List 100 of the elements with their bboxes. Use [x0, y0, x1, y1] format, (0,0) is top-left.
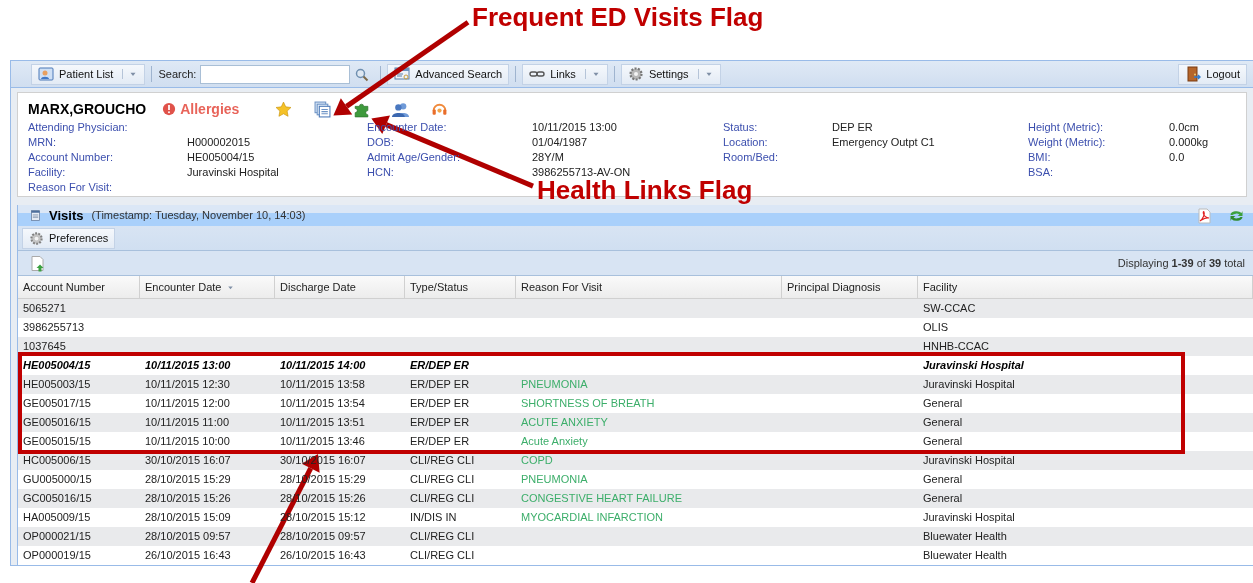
- table-cell: GE005017/15: [23, 397, 91, 410]
- table-cell: HE005004/15: [23, 359, 91, 372]
- pdf-icon: [1196, 207, 1212, 224]
- links-button[interactable]: Links: [522, 63, 608, 85]
- annotation-label: Health Links Flag: [537, 177, 753, 203]
- panel-title: Visits: [49, 206, 84, 225]
- table-cell: 28/10/2015 15:29: [145, 473, 231, 486]
- field-label: Admit Age/Gender:: [367, 151, 460, 163]
- table-cell: Acute Anxiety: [521, 435, 588, 448]
- field-label: BSA:: [1028, 166, 1054, 178]
- table-cell: ER/DEP ER: [410, 435, 470, 448]
- field-value: 0.0cm: [1169, 120, 1199, 135]
- table-cell: CLI/REG CLI: [410, 473, 475, 486]
- table-cell: 28/10/2015 09:57: [280, 530, 366, 543]
- table-row[interactable]: OP000019/15 26/10/2015 16:43 26/10/2015 16:43 CLI/REG CLI Bluewater Health: [18, 546, 1253, 565]
- field-label: MRN:: [28, 136, 57, 148]
- preferences-button[interactable]: Preferences: [22, 227, 116, 249]
- timestamp-text: (Timestamp: Tuesday, November 10, 14:03): [91, 208, 306, 224]
- field-value: HE005004/15: [187, 150, 255, 165]
- table-cell: Bluewater Health: [923, 530, 1007, 543]
- table-cell: ER/DEP ER: [410, 397, 470, 410]
- table-cell: OP000021/15: [23, 530, 91, 543]
- people-icon: [392, 100, 410, 118]
- table-cell: 5065271: [23, 302, 66, 315]
- stacked-documents-icon: [314, 100, 332, 118]
- pdf-export-button[interactable]: [1196, 207, 1212, 224]
- table-cell: ER/DEP ER: [410, 416, 470, 429]
- table-cell: General: [923, 416, 963, 429]
- table-cell: GE005016/15: [23, 416, 91, 429]
- field-label: Weight (Metric):: [1028, 136, 1106, 148]
- table-cell: PNEUMONIA: [521, 378, 588, 391]
- annotation-label: Frequent ED Visits Flag: [472, 4, 764, 30]
- field-value: Emergency Outpt C1: [832, 135, 935, 150]
- table-row[interactable]: OP000021/15 28/10/2015 09:57 28/10/2015 09:57 CLI/REG CLI Bluewater Health: [18, 527, 1253, 546]
- table-cell: CLI/REG CLI: [410, 530, 475, 543]
- table-row[interactable]: 3986255713 OLIS: [18, 318, 1253, 337]
- field-value: 10/11/2015 13:00: [532, 120, 617, 135]
- table-cell: IN/DIS IN: [410, 511, 457, 524]
- table-cell: 3986255713: [23, 321, 85, 334]
- table-cell: HA005009/15: [23, 511, 91, 524]
- table-row[interactable]: HE005004/15 10/11/2015 13:00 10/11/2015 14:00 ER/DEP ER Juravinski Hospital: [18, 356, 1253, 375]
- field-label: Account Number:: [28, 151, 113, 163]
- field-label: Height (Metric):: [1028, 121, 1104, 133]
- table-cell: Juravinski Hospital: [923, 378, 1015, 391]
- new-document-button[interactable]: [30, 254, 46, 272]
- table-cell: CLI/REG CLI: [410, 454, 475, 467]
- table-cell: 10/11/2015 14:00: [280, 359, 366, 372]
- table-row[interactable]: GE005017/15 10/11/2015 12:00 10/11/2015 13:54 ER/DEP ER SHORTNESS OF BREATH General: [18, 394, 1253, 413]
- field-label: Attending Physician:: [28, 121, 128, 133]
- table-cell: MYOCARDIAL INFARCTION: [521, 511, 663, 524]
- field-label: Status:: [723, 121, 758, 133]
- table-cell: PNEUMONIA: [521, 473, 588, 486]
- table-cell: 10/11/2015 12:00: [145, 397, 230, 410]
- door-icon: [1185, 66, 1202, 82]
- table-row[interactable]: 5065271 SW-CCAC: [18, 299, 1253, 318]
- table-cell: 10/11/2015 13:58: [280, 378, 365, 391]
- table-cell: HNHB-CCAC: [923, 340, 989, 353]
- field-label: BMI:: [1028, 151, 1051, 163]
- field-label: Facility:: [28, 166, 66, 178]
- table-row[interactable]: GE005015/15 10/11/2015 10:00 10/11/2015 13:46 ER/DEP ER Acute Anxiety General: [18, 432, 1253, 451]
- table-cell: ER/DEP ER: [410, 359, 469, 372]
- table-cell: HE005003/15: [23, 378, 91, 391]
- field-value: Juravinski Hospital: [187, 165, 279, 180]
- table-cell: GC005016/15: [23, 492, 92, 505]
- patient-list-button[interactable]: Patient List: [31, 63, 146, 85]
- table-cell: GU005000/15: [23, 473, 92, 486]
- search-label: Search:: [158, 66, 197, 82]
- table-cell: Juravinski Hospital: [923, 511, 1015, 524]
- settings-button[interactable]: Settings: [620, 63, 721, 85]
- table-cell: 26/10/2015 16:43: [280, 549, 366, 562]
- table-cell: Juravinski Hospital: [923, 359, 1024, 372]
- table-cell: 30/10/2015 16:07: [145, 454, 231, 467]
- field-value: DEP ER: [832, 120, 873, 135]
- search-field[interactable]: [200, 64, 351, 84]
- field-value: 0.000kg: [1169, 135, 1209, 150]
- table-cell: 10/11/2015 10:00: [145, 435, 230, 448]
- field-value: 01/04/1987: [532, 135, 588, 150]
- table-cell: OP000019/15: [23, 549, 91, 562]
- person-card-icon: [38, 66, 54, 82]
- table-cell: ER/DEP ER: [410, 378, 470, 391]
- logout-button[interactable]: Logout: [1178, 63, 1247, 85]
- alert-icon: [162, 102, 177, 116]
- field-label: HCN:: [367, 166, 394, 178]
- gear-icon: [29, 230, 44, 246]
- document-arrow-icon: [30, 254, 46, 272]
- table-cell: 10/11/2015 13:46: [280, 435, 365, 448]
- table-cell: ACUTE ANXIETY: [521, 416, 608, 429]
- advanced-search-button[interactable]: Advanced Search: [387, 63, 510, 85]
- search-window-icon: [394, 66, 411, 82]
- field-value: H000002015: [187, 135, 250, 150]
- table-cell: 26/10/2015 16:43: [145, 549, 231, 562]
- table-cell: COPD: [521, 454, 553, 467]
- field-label: Reason For Visit:: [28, 181, 113, 193]
- table-cell: 28/10/2015 15:26: [145, 492, 231, 505]
- table-cell: 28/10/2015 09:57: [145, 530, 231, 543]
- patient-name: MARX,GROUCHO: [28, 99, 147, 119]
- field-label: DOB:: [367, 136, 394, 148]
- field-value: 3986255713-AV-ON: [532, 165, 631, 180]
- table-cell: General: [923, 435, 963, 448]
- table-cell: 10/11/2015 13:00: [145, 359, 231, 372]
